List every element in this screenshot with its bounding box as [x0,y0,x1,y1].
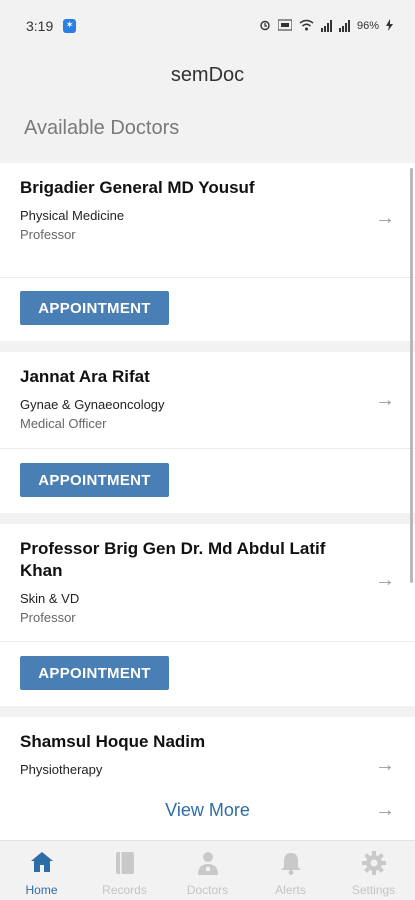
notification-badge-icon: ✶ [63,19,77,33]
alarm-icon [259,19,271,34]
arrow-right-icon[interactable]: → [375,570,395,590]
status-bar: 3:19 ✶ 96% [0,0,415,52]
arrow-right-icon[interactable]: → [375,800,395,820]
doctor-name: Brigadier General MD Yousuf [20,178,255,197]
data-speed-icon [277,19,293,34]
arrow-right-icon[interactable]: → [375,390,395,410]
doctor-department: Skin & VD [20,591,80,606]
doctor-icon [197,851,219,880]
status-icons: 96% [259,18,393,34]
doctor-name: Jannat Ara Rifat [20,367,150,386]
section-title: Available Doctors [24,117,180,139]
nav-label: Home [25,883,58,897]
status-time: 3:19 [26,18,54,34]
nav-label: Settings [351,883,396,897]
wifi-icon [299,19,314,34]
scrollbar[interactable] [410,168,413,583]
nav-item-alerts[interactable]: Alerts [249,841,332,900]
doctor-name: Professor Brig Gen Dr. Md Abdul Latif Kh… [20,539,326,580]
doctor-list[interactable]: Brigadier General MD Yousuf Physical Med… [0,163,415,840]
doctor-department: Gynae & Gynaeoncology [20,397,165,412]
book-icon [115,851,135,880]
view-more-link[interactable]: View More [0,800,415,821]
divider [0,277,415,278]
nav-item-records[interactable]: Records [83,841,166,900]
doctor-name: Shamsul Hoque Nadim [20,732,206,751]
nav-item-doctors[interactable]: Doctors [166,841,249,900]
nav-item-settings[interactable]: Settings [332,841,415,900]
arrow-right-icon[interactable]: → [375,208,395,228]
nav-label: Doctors [186,883,229,897]
signal-icon [320,20,332,32]
doctor-designation: Medical Officer [20,416,107,431]
appointment-button[interactable]: APPOINTMENT [20,291,169,325]
doctor-department: Physiotherapy [20,762,103,777]
charging-icon [386,18,393,34]
doctor-designation: Professor [20,227,76,242]
appointment-button[interactable]: APPOINTMENT [20,463,169,497]
doctor-card-header[interactable]: Jannat Ara Rifat Gynae & Gynaeoncology M… [0,352,415,448]
nav-label: Records [102,883,147,897]
bottom-navigation: Home Records Doctors Alerts Settings [0,840,415,900]
bell-icon [280,851,302,880]
battery-level: 96% [356,20,379,32]
gear-icon [361,851,386,880]
app-title: semDoc [170,64,245,86]
doctor-card-header[interactable]: Professor Brig Gen Dr. Md Abdul Latif Kh… [0,524,415,641]
nav-item-home[interactable]: Home [0,841,83,900]
nav-label: Alerts [275,883,306,897]
appointment-button[interactable]: APPOINTMENT [20,656,169,690]
divider [0,641,415,642]
doctor-designation: Professor [20,610,76,625]
doctor-card: Shamsul Hoque Nadim Physiotherapy → View… [0,717,415,840]
doctor-card: Brigadier General MD Yousuf Physical Med… [0,163,415,341]
doctor-card: Jannat Ara Rifat Gynae & Gynaeoncology M… [0,352,415,513]
arrow-right-icon[interactable]: → [375,755,395,775]
home-icon [30,851,54,878]
doctor-department: Physical Medicine [20,208,125,223]
divider [0,448,415,449]
doctor-card-header[interactable]: Brigadier General MD Yousuf Physical Med… [0,163,415,277]
doctor-card: Professor Brig Gen Dr. Md Abdul Latif Kh… [0,524,415,706]
signal-icon-2 [338,20,350,32]
doctor-card-header[interactable]: Shamsul Hoque Nadim Physiotherapy → [0,717,415,779]
